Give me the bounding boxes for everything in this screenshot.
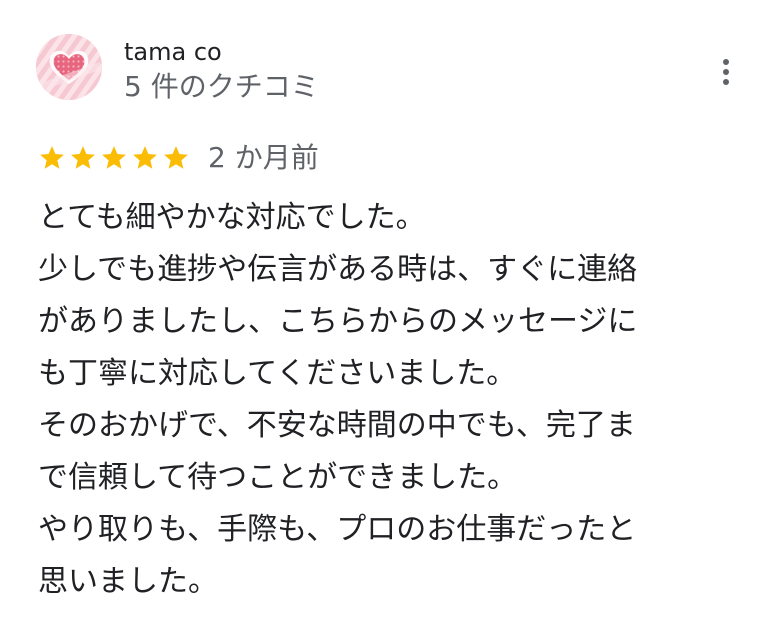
review-text-line: で信頼して待つことができました。: [38, 460, 518, 495]
rating-row: 2 か月前: [38, 140, 319, 176]
avatar[interactable]: [36, 34, 102, 100]
review-date: 2 か月前: [208, 141, 319, 174]
star-icon: [40, 146, 64, 169]
review-text-line: 思いました。: [38, 564, 218, 599]
star-icon: [71, 146, 95, 169]
star-icon: [102, 146, 126, 169]
star-rating: [38, 144, 190, 172]
review-text-line: そのおかげで、不安な時間の中でも、完了ま: [38, 408, 636, 443]
review-count[interactable]: 5 件のクチコミ: [124, 70, 319, 104]
review-text-line: やり取りも、手際も、プロのお仕事だったと: [38, 512, 637, 547]
author-name[interactable]: tama co: [124, 38, 222, 66]
review-text-line: 少しでも進捗や伝言がある時は、すぐに連絡: [38, 252, 638, 287]
review-text: とても細やかな対応でした。少しでも進捗や伝言がある時は、すぐに連絡 がありましたし…: [38, 192, 750, 608]
more-options-button[interactable]: [708, 54, 744, 90]
more-vertical-icon: [723, 59, 729, 85]
pink-heart-avatar-icon: [36, 34, 102, 100]
review-text-line: とても細やかな対応でした。: [38, 200, 426, 235]
star-icon: [164, 146, 188, 169]
star-icon: [133, 146, 157, 169]
review-card: tama co 5 件のクチコミ 2 か月前 とても細やかな対応でした。少しでも…: [0, 0, 758, 622]
review-text-line: がありましたし、こちらからのメッセージに: [38, 304, 638, 339]
review-text-line: も丁寧に対応してくださいました。: [38, 356, 517, 391]
